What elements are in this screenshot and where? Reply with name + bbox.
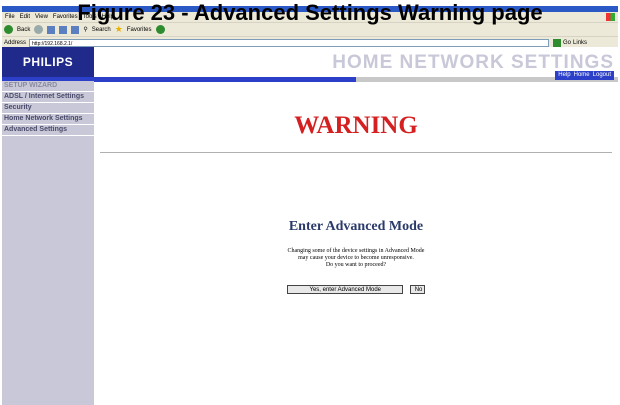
help-link[interactable]: Help [558, 71, 570, 80]
go-button-label[interactable]: Go [563, 40, 571, 46]
sidebar-item-setup-wizard[interactable]: SETUP WIZARD [2, 81, 94, 92]
back-arrow-icon[interactable] [4, 25, 13, 34]
warning-message: Changing some of the device settings in … [94, 248, 618, 269]
sidebar-item-home-network[interactable]: Home Network Settings [2, 114, 94, 125]
button-row: Yes, enter Advanced Mode No [94, 285, 618, 303]
favorites-button-label[interactable]: Favorites [127, 27, 152, 33]
philips-logo: PHILIPS [2, 47, 94, 77]
home-link[interactable]: Home [574, 71, 590, 80]
back-button-label[interactable]: Back [17, 27, 30, 33]
main-content: WARNING Enter Advanced Mode Changing som… [94, 81, 618, 405]
stop-icon[interactable] [47, 25, 56, 34]
header-banner: PHILIPS HOME NETWORK SETTINGS Help Home … [2, 47, 618, 82]
search-button-label[interactable]: Search [92, 27, 111, 33]
router-page: PHILIPS HOME NETWORK SETTINGS Help Home … [2, 47, 618, 405]
go-arrow-icon[interactable] [553, 38, 562, 47]
search-icon[interactable]: ⚲ [83, 26, 87, 33]
logout-link[interactable]: Logout [593, 71, 611, 80]
divider [100, 152, 612, 153]
refresh-icon[interactable] [59, 25, 68, 34]
message-line-1: Changing some of the device settings in … [287, 248, 425, 254]
header-links: Help Home Logout [555, 71, 614, 80]
yes-advanced-mode-button[interactable]: Yes, enter Advanced Mode [287, 285, 404, 294]
address-label: Address [4, 39, 27, 46]
sidebar-item-adsl-internet[interactable]: ADSL / Internet Settings [2, 92, 94, 103]
no-button[interactable]: No [409, 285, 425, 294]
message-line-3: Do you want to proceed? [325, 262, 387, 268]
media-icon[interactable] [155, 25, 165, 34]
sidebar-item-advanced-settings[interactable]: Advanced Settings [2, 125, 94, 136]
sidebar-item-security[interactable]: Security [2, 103, 94, 114]
section-title: Enter Advanced Mode [288, 219, 424, 234]
message-line-2: may cause your device to become unrespon… [298, 255, 414, 261]
warning-heading: WARNING [294, 112, 418, 139]
forward-arrow-icon[interactable] [34, 25, 44, 34]
address-input[interactable]: http://192.168.2.1/ [29, 38, 550, 47]
links-label[interactable]: Links [573, 40, 587, 46]
home-icon[interactable] [71, 25, 80, 34]
browser-window: File Edit View Favorites Tools Help Back… [2, 6, 618, 405]
sidebar: SETUP WIZARD ADSL / Internet Settings Se… [2, 81, 94, 405]
figure-caption: Figure 23 - Advanced Settings Warning pa… [77, 0, 543, 25]
